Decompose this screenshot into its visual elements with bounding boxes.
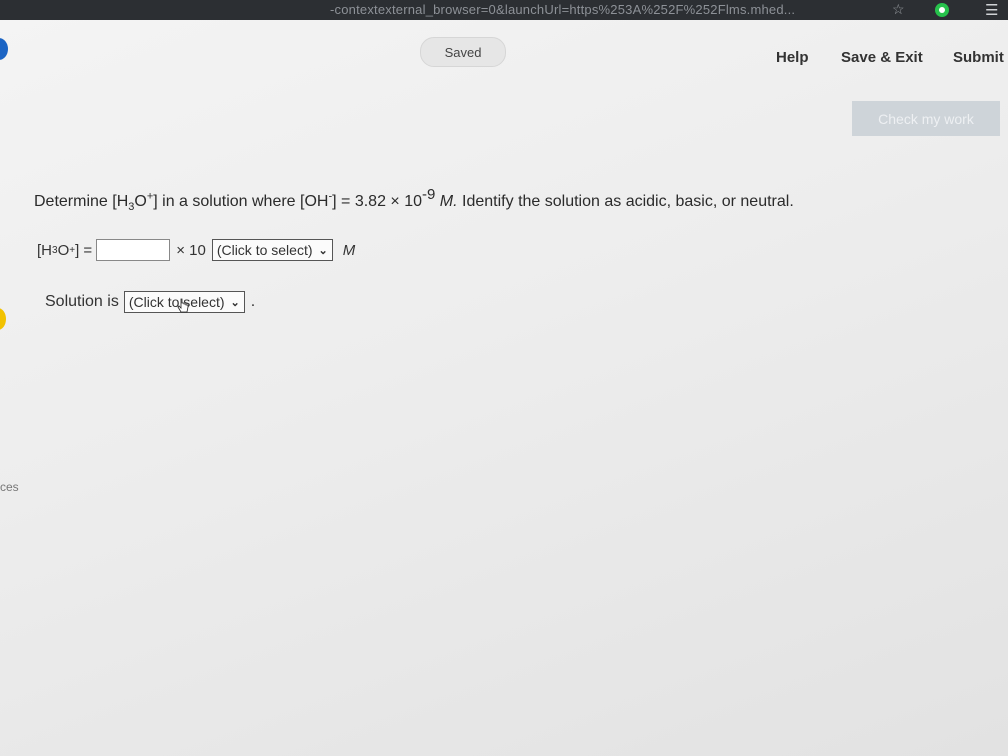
saved-status-badge: Saved bbox=[420, 37, 506, 67]
left-edge-blue-indicator bbox=[0, 38, 8, 60]
solution-period: . bbox=[250, 293, 256, 310]
star-icon[interactable]: ☆ bbox=[892, 1, 905, 18]
solution-label: Solution is bbox=[45, 293, 119, 310]
left-edge-yellow-indicator bbox=[0, 308, 6, 330]
question-prompt: Determine [H3O+] in a solution where [OH… bbox=[34, 186, 794, 213]
answer-label-prefix: [H bbox=[37, 241, 52, 259]
left-edge-text: ces bbox=[0, 480, 19, 494]
browser-address-bar[interactable]: -contextexternal_browser=0&launchUrl=htt… bbox=[0, 0, 1008, 20]
chevron-down-icon: ⌄ bbox=[230, 296, 240, 309]
question-mid: ] in a solution where [OH bbox=[153, 193, 329, 210]
save-and-exit-link[interactable]: Save & Exit bbox=[841, 49, 923, 66]
answer-row: [H 3 O +] = × 10 (Click to select) ⌄ M bbox=[37, 236, 355, 264]
question-exponent: -9 bbox=[422, 186, 436, 203]
question-suffix: Identify the solution as acidic, basic, … bbox=[462, 193, 794, 210]
answer-label-suffix: ] = bbox=[75, 241, 93, 259]
url-text[interactable]: -contextexternal_browser=0&launchUrl=htt… bbox=[330, 2, 795, 17]
times-ten-label: × 10 bbox=[176, 241, 206, 259]
check-my-work-button[interactable]: Check my work bbox=[852, 101, 1000, 136]
question-o: O bbox=[134, 193, 147, 210]
extension-icon[interactable] bbox=[935, 3, 949, 17]
coefficient-input[interactable] bbox=[96, 239, 171, 261]
answer-label-o: O bbox=[57, 241, 70, 259]
submit-link[interactable]: Submit bbox=[953, 49, 1004, 66]
answer-unit: M bbox=[342, 241, 356, 259]
reading-list-icon[interactable]: ☰ bbox=[985, 1, 998, 19]
question-prefix: Determine [H bbox=[34, 193, 129, 210]
solution-row: Solution is (Click to select) ⌄ . bbox=[45, 291, 255, 313]
exponent-select-value: (Click to select) bbox=[216, 242, 313, 258]
question-unit: M. bbox=[439, 193, 458, 210]
help-link[interactable]: Help bbox=[776, 49, 809, 66]
chevron-down-icon: ⌄ bbox=[318, 244, 328, 257]
hand-cursor-icon bbox=[177, 298, 189, 313]
exponent-select[interactable]: (Click to select) ⌄ bbox=[211, 239, 333, 261]
question-equals: ] = 3.82 × 10 bbox=[332, 193, 422, 210]
